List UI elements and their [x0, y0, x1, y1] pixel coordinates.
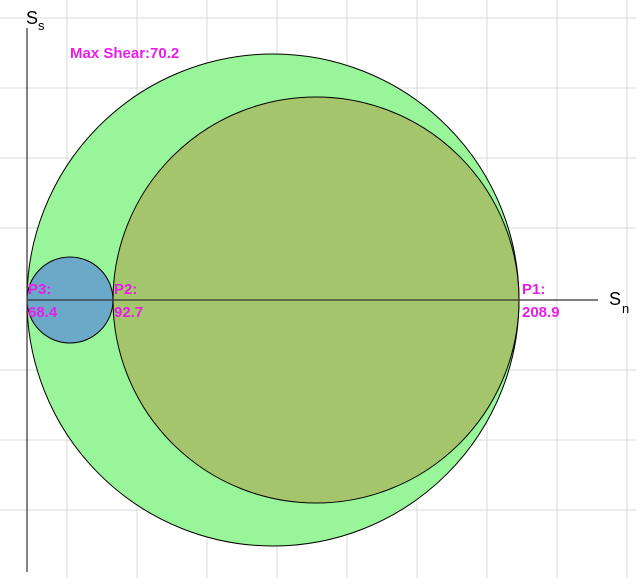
shear-axis-subscript: s [38, 18, 45, 33]
mohr-circle-diagram: S s S n Max Shear:70.2 P1: 208.9 P2: 92.… [0, 0, 636, 578]
p3-name: P3: [28, 281, 51, 298]
p2-name: P2: [114, 281, 137, 298]
p1-value: 208.9 [522, 304, 560, 321]
p3-value: 68.4 [28, 304, 58, 321]
max-shear-label: Max Shear:70.2 [70, 45, 179, 62]
shear-axis-label: S [26, 8, 38, 28]
normal-axis-subscript: n [622, 301, 629, 316]
p2-value: 92.7 [114, 304, 143, 321]
p1-name: P1: [522, 281, 545, 298]
normal-axis-label: S [609, 289, 621, 309]
